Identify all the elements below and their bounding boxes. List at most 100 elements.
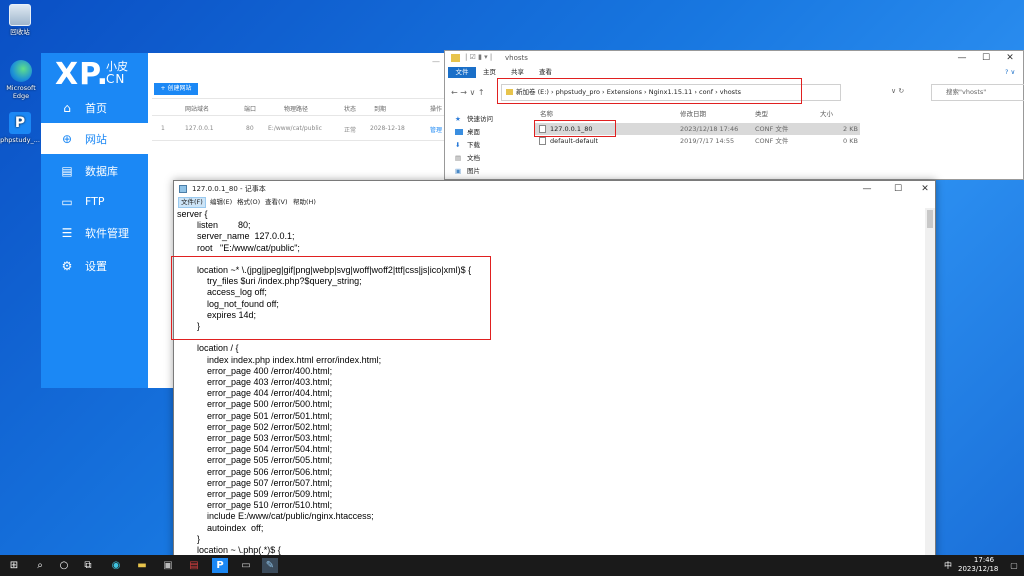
search-input[interactable]: 搜索"vhosts" bbox=[931, 84, 1024, 101]
code-line: error_page 503 /error/503.html; bbox=[177, 433, 333, 444]
desktop-icon-label: Microsoft Edge bbox=[6, 84, 36, 100]
menu-format[interactable]: 格式(O) bbox=[237, 197, 260, 208]
menu-help[interactable]: 帮助(H) bbox=[293, 197, 316, 208]
tab-view[interactable]: 查看 bbox=[539, 67, 552, 78]
manage-button[interactable]: 管理 bbox=[430, 125, 442, 134]
new-site-button[interactable]: + 创建网站 bbox=[154, 83, 198, 95]
notepad-taskbar-icon[interactable]: ✎ bbox=[262, 558, 278, 573]
maximize-button[interactable]: ☐ bbox=[887, 181, 909, 196]
search-icon[interactable]: ⌕ bbox=[32, 558, 48, 573]
code-line: error_page 510 /error/510.html; bbox=[177, 500, 333, 511]
home-icon: ⌂ bbox=[63, 100, 71, 115]
clock-time[interactable]: 17:46 bbox=[966, 556, 1002, 564]
code-line: error_page 505 /error/505.html; bbox=[177, 455, 333, 466]
notification-icon[interactable]: ▢ bbox=[1006, 558, 1022, 573]
start-icon[interactable]: ⊞ bbox=[6, 558, 22, 573]
taskbar: ⊞ ⌕ ○ ⧉ ◉ ▬ ▣ ▤ P ▭ ✎ 中 17:46 2023/12/18… bbox=[0, 555, 1024, 576]
row-expire: 2028-12-18 bbox=[370, 125, 405, 132]
menu-file[interactable]: 文件(F) bbox=[178, 197, 206, 208]
column-header: 操作 bbox=[430, 106, 443, 113]
cortana-icon[interactable]: ○ bbox=[56, 558, 72, 573]
nav-database[interactable]: ▤ 数据库 bbox=[41, 155, 148, 186]
explorer-ribbon: 文件 主页 共享 查看 ? ∨ bbox=[445, 67, 1023, 78]
code-line: include E:/www/cat/public/nginx.htaccess… bbox=[177, 511, 374, 522]
minimize-button[interactable]: — bbox=[856, 181, 878, 196]
edge-taskbar-icon[interactable]: ◉ bbox=[108, 558, 124, 573]
recycle-bin-desktop-icon[interactable]: 回收站 bbox=[0, 4, 40, 36]
desktop-item[interactable]: 桌面 bbox=[453, 126, 533, 139]
scrollbar-thumb[interactable] bbox=[927, 210, 933, 228]
column-size[interactable]: 大小 bbox=[820, 108, 833, 118]
code-line: server { bbox=[177, 209, 208, 219]
file-date: 2023/12/18 17:46 bbox=[680, 125, 739, 133]
quick-toolbar-icons[interactable]: | ☑ ▮ ▾ | bbox=[465, 53, 492, 61]
app-taskbar-icon[interactable]: ▤ bbox=[186, 558, 202, 573]
file-size: 2 KB bbox=[843, 125, 858, 133]
tab-file[interactable]: 文件 bbox=[448, 67, 476, 78]
column-header: 网站域名 bbox=[185, 106, 210, 113]
minimize-icon[interactable]: — bbox=[432, 57, 440, 66]
notepad-icon bbox=[179, 185, 187, 193]
ftp-icon: ▭ bbox=[61, 194, 73, 209]
quick-access-item[interactable]: ★ 快速访问 bbox=[453, 113, 533, 126]
row-index: 1 bbox=[161, 125, 165, 132]
logo-cn-bottom: CN bbox=[106, 72, 126, 86]
code-line: error_page 403 /error/403.html; bbox=[177, 377, 333, 388]
nav-home[interactable]: ⌂ 首页 bbox=[41, 92, 148, 123]
close-button[interactable]: ✕ bbox=[999, 51, 1021, 66]
recycle-bin-icon bbox=[9, 4, 31, 26]
minimize-button[interactable]: — bbox=[951, 51, 973, 66]
file-type: CONF 文件 bbox=[755, 137, 789, 145]
menu-view[interactable]: 查看(V) bbox=[265, 197, 288, 208]
phpstudy-taskbar-icon[interactable]: P bbox=[212, 558, 228, 573]
nav-website[interactable]: ⊕ 网站 bbox=[41, 123, 148, 154]
nav-settings[interactable]: ⚙ 设置 bbox=[41, 250, 148, 281]
maximize-button[interactable]: ☐ bbox=[975, 51, 997, 66]
code-line: error_page 504 /error/504.html; bbox=[177, 444, 333, 455]
file-explorer-window: | ☑ ▮ ▾ | vhosts — ☐ ✕ 文件 主页 共享 查看 ? ∨ ←… bbox=[444, 50, 1024, 180]
download-icon: ⬇ bbox=[455, 141, 461, 149]
downloads-item[interactable]: ⬇ 下载 bbox=[453, 139, 533, 152]
pictures-item[interactable]: ▣ 图片 bbox=[453, 165, 533, 178]
edge-desktop-icon[interactable]: Microsoft Edge bbox=[1, 60, 41, 100]
globe-icon: ⊕ bbox=[61, 131, 73, 146]
document-icon: ▤ bbox=[455, 154, 462, 162]
row-domain: 127.0.0.1 bbox=[185, 125, 214, 132]
column-date[interactable]: 修改日期 bbox=[680, 108, 706, 118]
star-icon: ★ bbox=[455, 115, 461, 123]
column-type[interactable]: 类型 bbox=[755, 108, 768, 118]
close-button[interactable]: ✕ bbox=[914, 181, 936, 196]
store-taskbar-icon[interactable]: ▣ bbox=[160, 558, 176, 573]
phpstudy-desktop-icon[interactable]: P phpstudy_... bbox=[0, 112, 40, 144]
nav-software[interactable]: ☰ 软件管理 bbox=[41, 217, 148, 248]
notepad-titlebar: 127.0.0.1_80 - 记事本 — ☐ ✕ bbox=[174, 181, 935, 197]
menu-edit[interactable]: 编辑(E) bbox=[210, 197, 232, 208]
phpstudy-sidebar: XP. 小皮 CN ⌂ 首页 ⊕ 网站 ▤ 数据库 ▭ FTP ☰ 软件管理 ⚙ 设置 bbox=[41, 53, 148, 388]
file-type: CONF 文件 bbox=[755, 125, 789, 133]
back-forward-icons[interactable]: ← → ∨ ↑ bbox=[451, 88, 485, 97]
dropdown-refresh-icons[interactable]: ∨ ↻ bbox=[891, 87, 904, 95]
help-icon[interactable]: ? ∨ bbox=[1005, 67, 1015, 78]
terminal-taskbar-icon[interactable]: ▭ bbox=[238, 558, 254, 573]
highlight-box-code bbox=[171, 256, 491, 340]
tab-share[interactable]: 共享 bbox=[511, 67, 524, 78]
file-size: 0 KB bbox=[843, 137, 858, 145]
highlight-box-address bbox=[497, 78, 802, 104]
documents-item[interactable]: ▤ 文档 bbox=[453, 152, 533, 165]
clock-date[interactable]: 2023/12/18 bbox=[958, 565, 998, 573]
nav-ftp[interactable]: ▭ FTP bbox=[41, 186, 148, 217]
ime-indicator[interactable]: 中 bbox=[944, 560, 952, 571]
column-name[interactable]: 名称 bbox=[540, 108, 553, 118]
desktop-icon-label: 回收站 bbox=[10, 28, 30, 36]
conf-file-icon bbox=[539, 137, 546, 145]
task-view-icon[interactable]: ⧉ bbox=[80, 558, 96, 573]
vertical-scrollbar[interactable] bbox=[925, 208, 935, 576]
code-line: error_page 400 /error/400.html; bbox=[177, 365, 333, 376]
desktop-icon bbox=[455, 129, 463, 135]
tab-home[interactable]: 主页 bbox=[483, 67, 496, 78]
explorer-taskbar-icon[interactable]: ▬ bbox=[134, 558, 150, 573]
edge-icon bbox=[10, 60, 32, 82]
file-date: 2019/7/17 14:55 bbox=[680, 137, 735, 145]
code-line: error_page 507 /error/507.html; bbox=[177, 477, 333, 488]
navigation-pane: ★ 快速访问 桌面 ⬇ 下载 ▤ 文档 ▣ 图片 bbox=[453, 113, 533, 178]
